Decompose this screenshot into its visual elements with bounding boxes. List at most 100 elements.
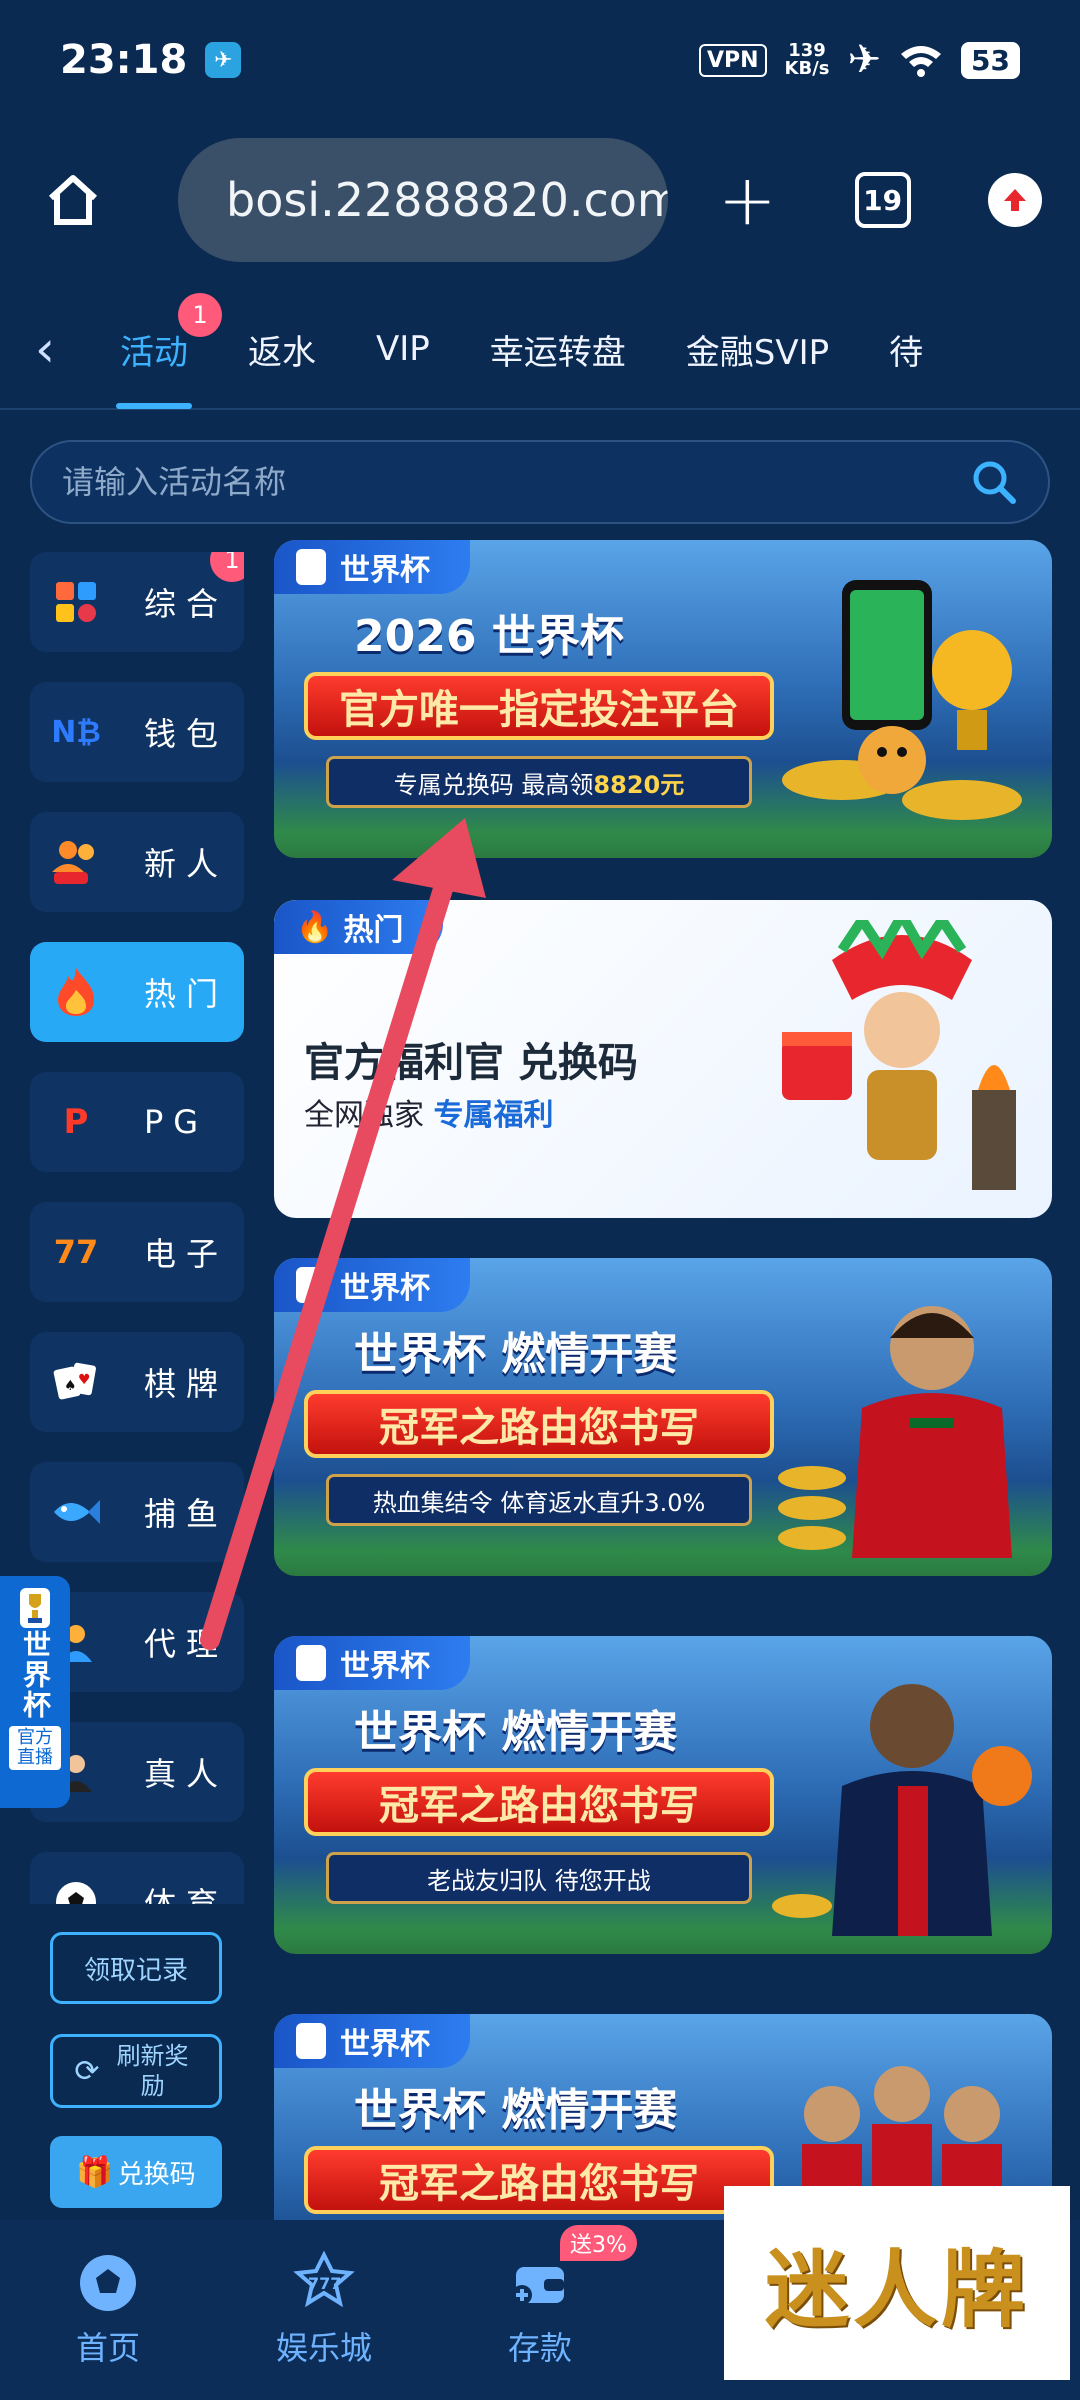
nav-casino[interactable]: 777 娱乐城 [216,2251,432,2369]
banner-title: 世界杯 燃情开赛 [354,2085,678,2136]
watermark-logo: 迷人牌 [724,2186,1070,2380]
wifi-icon [901,46,942,77]
home-icon[interactable] [38,165,108,235]
refresh-rewards-button[interactable]: ⟳ 刷新奖励 [50,2034,222,2108]
sidebar-item-electronic[interactable]: 77 电子 [30,1202,244,1302]
sidebar-item-label: 捕鱼 [144,1495,229,1533]
gift-icon: 🎁 [76,2154,114,2190]
banner-tag: 世界杯 [274,2014,470,2068]
tab-label: 幸运转盘 [489,332,626,373]
cards-icon: ♠ ♥ [48,1354,104,1410]
flame-icon [48,964,104,1020]
nav-label: 首页 [75,2329,140,2367]
claim-record-button[interactable]: 领取记录 [50,1932,222,2004]
pg-icon: P [63,1102,89,1142]
sidebar-item-label: 电子 [144,1235,229,1273]
warrior-illustration [782,920,1016,1190]
promo-list: 世界杯 2026 世界杯 官方唯一指定投注平台 专属兑换码 最高领 8820元 🔥… [274,540,1052,2220]
banner-sub-text: 全网独家 [304,1098,424,1133]
trophy-icon [296,1645,326,1681]
sidebar-item-comprehensive[interactable]: 综合 1 [30,552,244,652]
tab-rebate[interactable]: 返水 [218,289,346,409]
sidebar-item-fishing[interactable]: 捕鱼 [30,1462,244,1562]
search-input[interactable] [62,463,970,501]
banner-tag-label: 世界杯 [340,1649,430,1684]
nav-deposit[interactable]: 送3% 存款 [432,2225,648,2369]
tabs-count-button[interactable]: 19 [854,172,911,228]
svg-text:♠: ♠ [64,1378,77,1394]
battery-indicator: 53 [961,41,1020,79]
refresh-label: 刷新奖励 [116,2042,189,2100]
net-speed: 139 KB/s [785,42,830,78]
status-time: 23:18 [60,37,188,83]
banner-ribbon: 冠军之路由您书写 [304,1768,774,1836]
tab-label: 待 [889,332,924,373]
float-subtitle: 官方直播 [9,1726,61,1770]
upgrade-icon[interactable] [988,173,1042,227]
chevron-left-icon[interactable]: ‹ [0,320,90,378]
promo-banner[interactable]: 🔥 热门 官方福利官 兑换码 全网独家 专属福利 [274,900,1052,1218]
category-tabs: ‹ 活动 1 返水 VIP 幸运转盘 金融SVIP 待 [0,290,1080,410]
search-icon[interactable] [970,458,1018,506]
mascot-phone-illustration [782,580,1022,820]
banner-subtitle: 全网独家 专属福利 [304,1090,554,1134]
tab-lucky-wheel[interactable]: 幸运转盘 [460,289,656,409]
status-bar: 23:18 ✈ VPN 139 KB/s ✈ 53 [0,0,1080,120]
fish-icon [48,1484,104,1540]
sidebar-item-label: 棋牌 [144,1365,229,1403]
promo-banner[interactable]: 世界杯 世界杯 燃情开赛 冠军之路由您书写 热血集结令 体育返水直升3.0% [274,1258,1052,1576]
wallet-icon: N₿ [51,714,101,750]
tab-finance-svip[interactable]: 金融SVIP [656,289,859,409]
banner-title: 世界杯 燃情开赛 [354,1329,678,1380]
airplane-icon: ✈ [847,37,882,83]
sidebar-item-label: 真人 [144,1755,229,1793]
banner-subtitle: 老战友归队 待您开战 [326,1852,752,1904]
sidebar-item-hot[interactable]: 热门 [30,942,244,1042]
vpn-badge: VPN [698,43,767,77]
banner-ribbon: 冠军之路由您书写 [304,2146,774,2214]
redeem-code-button[interactable]: 🎁 兑换码 [50,2136,222,2208]
nav-label: 娱乐城 [275,2329,372,2367]
deposit-bonus-badge: 送3% [560,2225,637,2261]
svg-text:♥: ♥ [78,1372,91,1388]
sidebar-item-pg[interactable]: P PG [30,1072,244,1172]
banner-sub-highlight: 专属福利 [433,1098,554,1133]
sidebar-item-label: 钱包 [144,715,229,753]
sidebar-item-chess[interactable]: ♠ ♥ 棋牌 [30,1332,244,1432]
tab-label: 金融SVIP [685,332,830,373]
world-cup-live-float[interactable]: 世界杯 官方直播 [0,1576,70,1808]
sidebar-item-label: 代理 [144,1625,229,1663]
tab-label: VIP [376,329,430,369]
address-bar[interactable]: bosi.22888820.com [178,138,668,262]
trophy-icon [296,1267,326,1303]
new-user-icon [48,834,104,890]
sidebar-item-newbie[interactable]: 新人 [30,812,244,912]
trophy-icon [296,2023,326,2059]
promo-banner[interactable]: 世界杯 世界杯 燃情开赛 冠军之路由您书写 老战友归队 待您开战 [274,1636,1052,1954]
sidebar-item-label: PG [144,1103,209,1141]
sidebar-item-label: 热门 [144,975,229,1013]
tab-vip[interactable]: VIP [346,289,460,409]
trophy-icon [20,1588,50,1628]
browser-toolbar: bosi.22888820.com + 19 [0,130,1080,270]
banner-title: 2026 世界杯 [354,611,624,662]
nav-home[interactable]: 首页 [0,2251,216,2369]
redeem-label: 兑换码 [117,2159,196,2190]
tab-activity[interactable]: 活动 1 [90,289,222,409]
banner-tag-label: 世界杯 [340,2027,430,2062]
sidebar-item-sports[interactable]: 体育 [30,1852,244,1904]
new-tab-icon[interactable]: + [718,159,777,241]
banner-tag: 世界杯 [274,1636,470,1690]
banner-subtitle: 专属兑换码 最高领 8820元 [326,756,752,808]
slot-777-icon: 77 [53,1233,99,1271]
player-illustration [778,1306,1012,1558]
banner-ribbon: 冠军之路由您书写 [304,1390,774,1458]
tab-more[interactable]: 待 [859,289,953,409]
trophy-icon [296,549,326,585]
refresh-icon: ⟳ [74,2053,100,2089]
promo-banner[interactable]: 世界杯 2026 世界杯 官方唯一指定投注平台 专属兑换码 最高领 8820元 [274,540,1052,858]
sidebar-item-wallet[interactable]: N₿ 钱包 [30,682,244,782]
status-icons: VPN 139 KB/s ✈ 53 [698,37,1020,83]
tab-label: 返水 [248,332,316,373]
banner-title: 世界杯 燃情开赛 [354,1707,678,1758]
